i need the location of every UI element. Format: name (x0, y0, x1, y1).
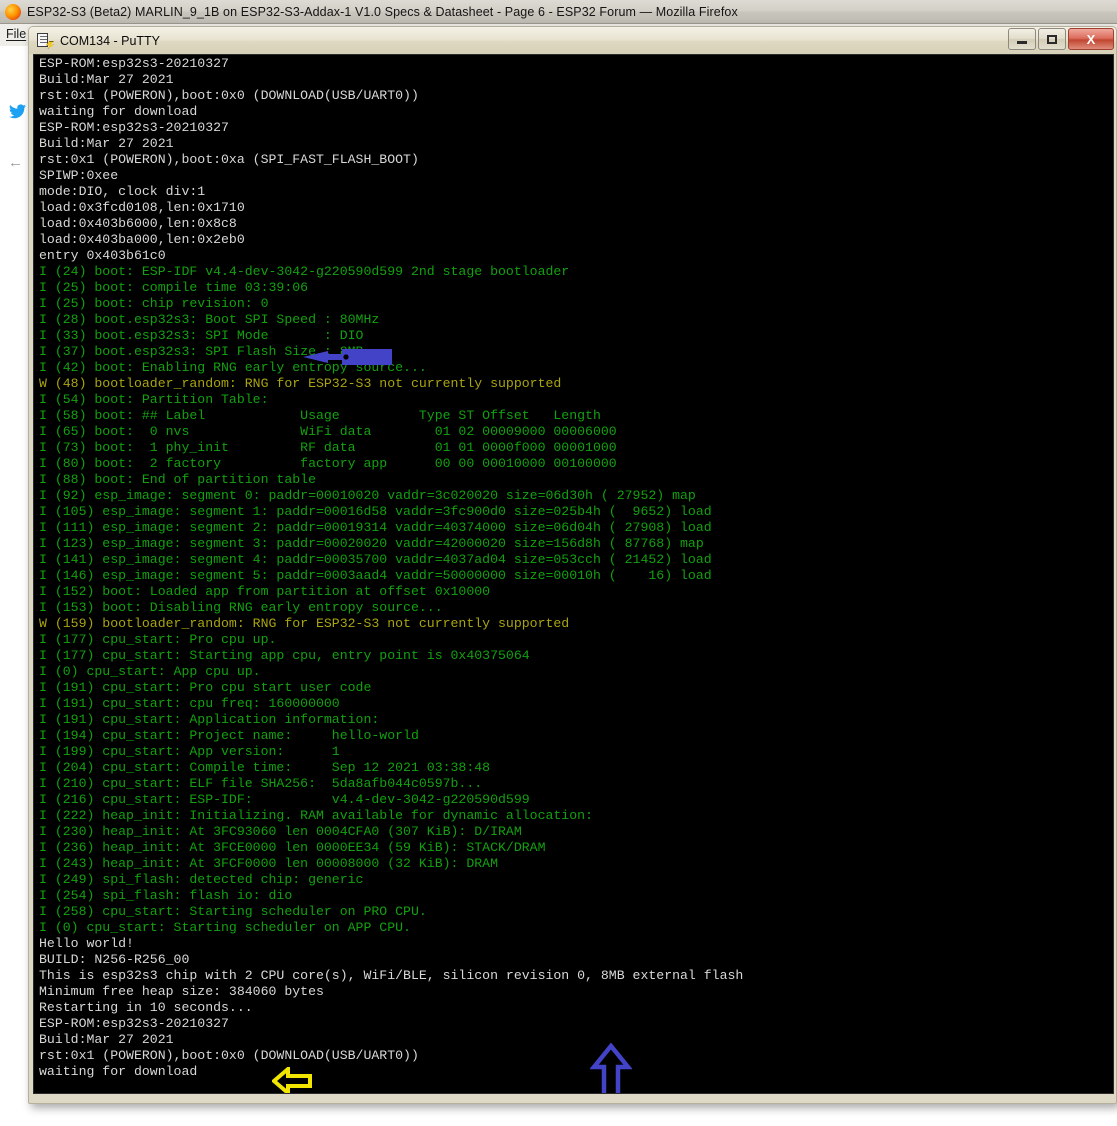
blue-left-arrow-annotation (303, 349, 392, 365)
back-arrow-icon[interactable]: ← (8, 154, 23, 171)
terminal-line: entry 0x403b61c0 (39, 248, 166, 263)
terminal-line: ESP-ROM:esp32s3-20210327 (39, 1016, 229, 1031)
terminal-line: I (123) esp_image: segment 3: paddr=0002… (39, 536, 704, 551)
terminal-line: I (73) boot: 1 phy_init RF data 01 01 00… (39, 440, 617, 455)
terminal-line: I (25) boot: compile time 03:39:06 (39, 280, 309, 295)
minimize-icon (1017, 40, 1027, 44)
terminal-line: Minimum free heap size: 384060 bytes (39, 984, 324, 999)
terminal-line: I (249) spi_flash: detected chip: generi… (39, 872, 364, 887)
menu-item-file[interactable]: File (6, 27, 26, 41)
terminal-line: I (152) boot: Loaded app from partition … (39, 584, 491, 599)
terminal-line: I (54) boot: Partition Table: (39, 392, 269, 407)
terminal-line: Build:Mar 27 2021 (39, 72, 174, 87)
terminal-line: I (58) boot: ## Label Usage Type ST Offs… (39, 408, 601, 423)
putty-titlebar[interactable]: COM134 - PuTTY X (29, 27, 1116, 54)
terminal-line: I (210) cpu_start: ELF file SHA256: 5da8… (39, 776, 483, 791)
putty-terminal-icon (36, 32, 54, 49)
terminal-line: I (236) heap_init: At 3FCE0000 len 0000E… (39, 840, 546, 855)
terminal-line: I (191) cpu_start: Application informati… (39, 712, 380, 727)
terminal-line: load:0x403ba000,len:0x2eb0 (39, 232, 245, 247)
twitter-bird-icon[interactable] (9, 104, 26, 119)
terminal-line: waiting for download (39, 1064, 198, 1079)
terminal-line: waiting for download (39, 104, 198, 119)
terminal-line: mode:DIO, clock div:1 (39, 184, 206, 199)
terminal-line: Build:Mar 27 2021 (39, 1032, 174, 1047)
terminal-line: I (191) cpu_start: cpu freq: 160000000 (39, 696, 340, 711)
terminal-output-area[interactable]: ESP-ROM:esp32s3-20210327 Build:Mar 27 202… (33, 54, 1114, 1094)
terminal-line: I (0) cpu_start: Starting scheduler on A… (39, 920, 411, 935)
firefox-window-title: ESP32-S3 (Beta2) MARLIN_9_1B on ESP32-S3… (27, 4, 738, 19)
terminal-line: I (88) boot: End of partition table (39, 472, 316, 487)
terminal-line: I (33) boot.esp32s3: SPI Mode : DIO (39, 328, 364, 343)
terminal-line: I (191) cpu_start: Pro cpu start user co… (39, 680, 372, 695)
terminal-line: I (80) boot: 2 factory factory app 00 00… (39, 456, 617, 471)
terminal-line: SPIWP:0xee (39, 168, 119, 183)
terminal-line: I (177) cpu_start: Starting app cpu, ent… (39, 648, 530, 663)
terminal-line: I (0) cpu_start: App cpu up. (39, 664, 261, 679)
window-controls: X (1006, 28, 1114, 50)
terminal-line: I (216) cpu_start: ESP-IDF: v4.4-dev-304… (39, 792, 530, 807)
firefox-logo-icon (5, 3, 21, 20)
terminal-line: rst:0x1 (POWERON),boot:0xa (SPI_FAST_FLA… (39, 152, 419, 167)
terminal-line: W (159) bootloader_random: RNG for ESP32… (39, 616, 570, 631)
terminal-line: Hello world! (39, 936, 134, 951)
terminal-line: rst:0x1 (POWERON),boot:0x0 (DOWNLOAD(USB… (39, 88, 419, 103)
terminal-line: rst:0x1 (POWERON),boot:0x0 (DOWNLOAD(USB… (39, 1048, 419, 1063)
maximize-icon (1047, 34, 1057, 44)
terminal-line: I (199) cpu_start: App version: 1 (39, 744, 340, 759)
terminal-line: I (177) cpu_start: Pro cpu up. (39, 632, 277, 647)
terminal-line: I (141) esp_image: segment 4: paddr=0003… (39, 552, 712, 567)
terminal-line: I (28) boot.esp32s3: Boot SPI Speed : 80… (39, 312, 380, 327)
terminal-line: I (105) esp_image: segment 1: paddr=0001… (39, 504, 712, 519)
minimize-button[interactable] (1008, 28, 1036, 50)
terminal-line: Restarting in 10 seconds... (39, 1000, 253, 1015)
terminal-line: I (230) heap_init: At 3FC93060 len 0004C… (39, 824, 522, 839)
terminal-line: I (243) heap_init: At 3FCF0000 len 00008… (39, 856, 498, 871)
terminal-line: load:0x403b6000,len:0x8c8 (39, 216, 237, 231)
terminal-line: load:0x3fcd0108,len:0x1710 (39, 200, 245, 215)
firefox-titlebar: ESP32-S3 (Beta2) MARLIN_9_1B on ESP32-S3… (0, 0, 1117, 24)
blue-up-arrow-annotation (590, 1043, 632, 1093)
terminal-line: This is esp32s3 chip with 2 CPU core(s),… (39, 968, 744, 983)
terminal-line: BUILD: N256-R256_00 (39, 952, 190, 967)
terminal-line: I (222) heap_init: Initializing. RAM ava… (39, 808, 593, 823)
terminal-line: I (194) cpu_start: Project name: hello-w… (39, 728, 419, 743)
terminal-line: I (146) esp_image: segment 5: paddr=0003… (39, 568, 712, 583)
terminal-line: ESP-ROM:esp32s3-20210327 (39, 120, 229, 135)
terminal-line: Build:Mar 27 2021 (39, 136, 174, 151)
maximize-button[interactable] (1038, 28, 1066, 50)
putty-window-title: COM134 - PuTTY (60, 33, 161, 48)
terminal-line: I (204) cpu_start: Compile time: Sep 12 … (39, 760, 491, 775)
terminal-line: I (25) boot: chip revision: 0 (39, 296, 269, 311)
terminal-lines: ESP-ROM:esp32s3-20210327 Build:Mar 27 202… (39, 56, 743, 1080)
terminal-line: I (258) cpu_start: Starting scheduler on… (39, 904, 427, 919)
terminal-line: I (65) boot: 0 nvs WiFi data 01 02 00009… (39, 424, 617, 439)
terminal-line: I (111) esp_image: segment 2: paddr=0001… (39, 520, 712, 535)
terminal-line: ESP-ROM:esp32s3-20210327 (39, 56, 229, 71)
terminal-line: I (24) boot: ESP-IDF v4.4-dev-3042-g2205… (39, 264, 570, 279)
putty-window: COM134 - PuTTY X ESP-ROM:esp32s3-2021032… (28, 26, 1117, 1104)
terminal-line: I (254) spi_flash: flash io: dio (39, 888, 293, 903)
terminal-line: I (92) esp_image: segment 0: paddr=00010… (39, 488, 696, 503)
close-button[interactable]: X (1068, 28, 1114, 50)
yellow-left-arrow-annotation (272, 1067, 312, 1093)
terminal-line: W (48) bootloader_random: RNG for ESP32-… (39, 376, 562, 391)
terminal-line: I (153) boot: Disabling RNG early entrop… (39, 600, 443, 615)
